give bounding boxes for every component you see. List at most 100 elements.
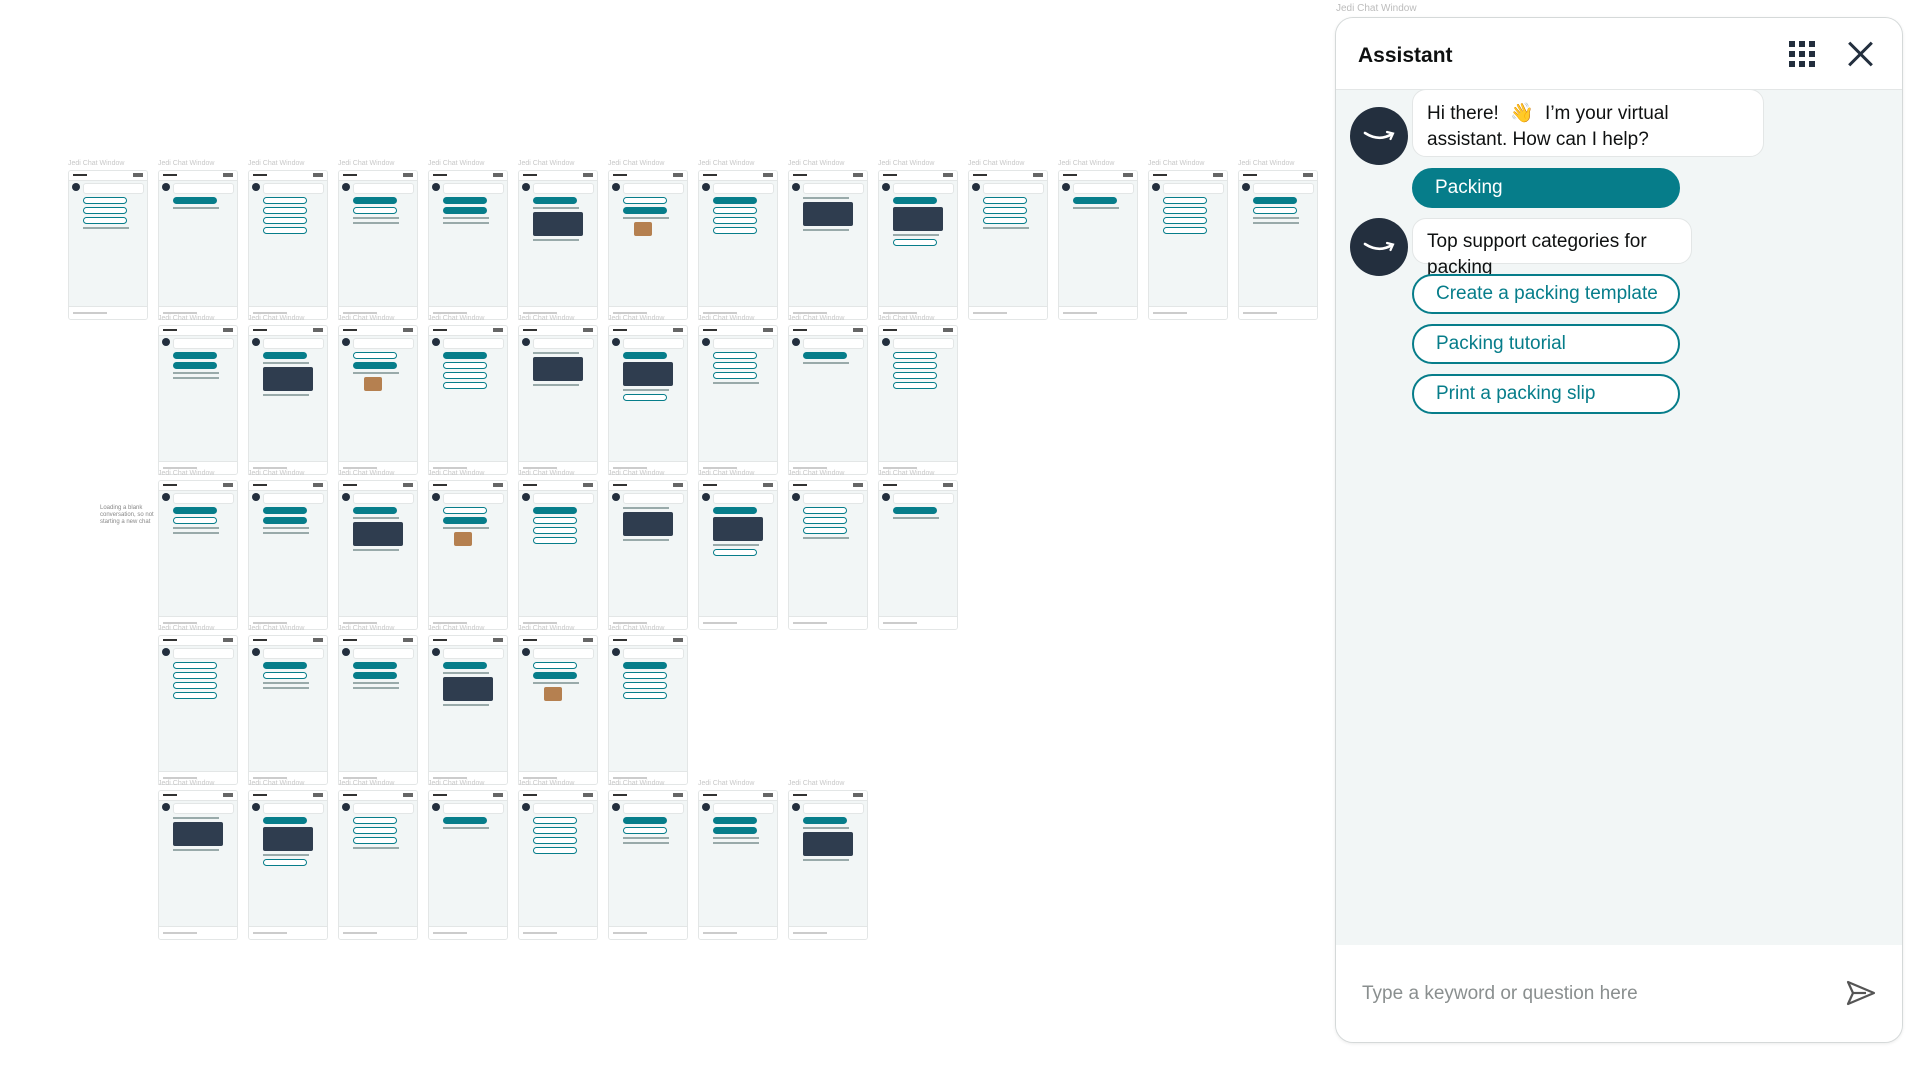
thumbnail-label: Jedi Chat Window — [878, 315, 935, 322]
thumbnail-chat-window: Jedi Chat Window — [518, 780, 598, 940]
chat-header: Assistant — [1336, 18, 1902, 90]
thumbnail-label: Jedi Chat Window — [338, 470, 395, 477]
thumbnail-chat-window: Jedi Chat Window — [788, 780, 868, 940]
thumbnail-label: Jedi Chat Window — [608, 160, 665, 167]
thumbnail-label: Jedi Chat Window — [1058, 160, 1115, 167]
thumbnail-chat-window: Jedi Chat Window — [158, 780, 238, 940]
thumbnail-label: Jedi Chat Window — [698, 470, 755, 477]
thumbnail-chat-window: Jedi Chat Window — [608, 315, 688, 475]
thumbnail-label: Jedi Chat Window — [1148, 160, 1205, 167]
thumbnail-label: Jedi Chat Window — [428, 160, 485, 167]
thumbnail-label: Jedi Chat Window — [788, 470, 845, 477]
thumbnail-chat-window: Jedi Chat Window — [428, 315, 508, 475]
send-icon[interactable] — [1846, 979, 1876, 1007]
thumbnail-label: Jedi Chat Window — [428, 780, 485, 787]
wave-emoji: 👋 — [1510, 103, 1534, 124]
thumbnail-chat-window: Jedi Chat Window — [428, 470, 508, 630]
thumbnail-label: Jedi Chat Window — [878, 470, 935, 477]
chat-input-bar — [1336, 945, 1902, 1042]
thumbnail-chat-window: Jedi Chat Window — [878, 315, 958, 475]
thumbnail-chat-window: Jedi Chat Window — [338, 315, 418, 475]
thumbnail-label: Jedi Chat Window — [608, 470, 665, 477]
thumbnail-chat-window: Jedi Chat Window — [248, 315, 328, 475]
thumbnail-chat-window: Jedi Chat Window — [698, 470, 778, 630]
thumbnail-chat-window: Jedi Chat Window — [518, 625, 598, 785]
thumbnail-label: Jedi Chat Window — [608, 625, 665, 632]
option-label: Create a packing template — [1436, 283, 1658, 304]
thumbnail-chat-window: Jedi Chat Window — [518, 470, 598, 630]
thumbnail-label: Jedi Chat Window — [338, 625, 395, 632]
thumbnail-chat-window: Jedi Chat Window — [1058, 160, 1138, 320]
thumbnail-label: Jedi Chat Window — [698, 780, 755, 787]
thumbnail-chat-window: Jedi Chat Window — [608, 160, 688, 320]
option-print-packing-slip[interactable]: Print a packing slip — [1412, 374, 1680, 414]
assistant-avatar — [1350, 107, 1408, 165]
thumbnail-chat-window: Jedi Chat Window — [428, 160, 508, 320]
close-icon[interactable] — [1846, 40, 1874, 68]
thumbnail-chat-window: Jedi Chat Window — [428, 780, 508, 940]
chat-input-field[interactable] — [1360, 978, 1804, 1010]
thumbnail-label: Jedi Chat Window — [788, 160, 845, 167]
user-reply-packing: Packing — [1412, 168, 1680, 208]
thumbnail-label: Jedi Chat Window — [518, 470, 575, 477]
thumbnail-label: Jedi Chat Window — [608, 315, 665, 322]
thumbnail-chat-window: Jedi Chat Window — [698, 780, 778, 940]
thumbnail-chat-window: Jedi Chat Window — [338, 625, 418, 785]
thumbnail-chat-window: Jedi Chat Window — [608, 780, 688, 940]
bot-reply-text: Top support categories for packing — [1427, 231, 1647, 278]
thumbnail-label: Jedi Chat Window — [158, 315, 215, 322]
thumbnail-label: Jedi Chat Window — [1238, 160, 1295, 167]
thumbnail-chat-window: Jedi Chat Window — [1148, 160, 1228, 320]
thumbnail-chat-window: Jedi Chat Window — [338, 160, 418, 320]
side-note: Loading a blank conversation, so not sta… — [100, 505, 154, 525]
thumbnail-chat-window: Jedi Chat Window — [158, 625, 238, 785]
thumbnail-chat-window: Jedi Chat Window — [1238, 160, 1318, 320]
thumbnail-label: Jedi Chat Window — [158, 160, 215, 167]
thumbnail-chat-window: Jedi Chat Window — [878, 160, 958, 320]
thumbnail-label: Jedi Chat Window — [338, 780, 395, 787]
thumbnail-chat-window: Jedi Chat Window — [518, 160, 598, 320]
chat-window: Assistant Hi there! 👋 I’m your virtual a… — [1335, 17, 1903, 1043]
thumbnail-chat-window: Jedi Chat Window — [338, 780, 418, 940]
chat-window-label: Jedi Chat Window — [1336, 3, 1417, 14]
thumbnail-chat-window: Jedi Chat Window — [698, 160, 778, 320]
option-create-packing-template[interactable]: Create a packing template — [1412, 274, 1680, 314]
thumbnail-label: Jedi Chat Window — [428, 315, 485, 322]
thumbnail-chat-window: Jedi Chat Window — [68, 160, 148, 320]
chat-title: Assistant — [1358, 44, 1453, 67]
thumbnail-label: Jedi Chat Window — [248, 780, 305, 787]
thumbnail-label: Jedi Chat Window — [698, 160, 755, 167]
thumbnail-label: Jedi Chat Window — [248, 315, 305, 322]
thumbnail-label: Jedi Chat Window — [428, 625, 485, 632]
thumbnail-label: Jedi Chat Window — [248, 470, 305, 477]
thumbnail-label: Jedi Chat Window — [698, 315, 755, 322]
thumbnail-chat-window: Jedi Chat Window — [968, 160, 1048, 320]
thumbnail-chat-window: Jedi Chat Window — [338, 470, 418, 630]
thumbnail-chat-window: Jedi Chat Window — [608, 470, 688, 630]
thumbnail-label: Jedi Chat Window — [428, 470, 485, 477]
thumbnail-chat-window: Jedi Chat Window — [158, 315, 238, 475]
mockup-canvas: Jedi Chat Window Jedi Chat Window Jedi Cha… — [0, 0, 1340, 1080]
thumbnail-chat-window: Jedi Chat Window — [248, 625, 328, 785]
grid-icon[interactable] — [1789, 41, 1815, 67]
greeting-text-start: Hi there! — [1427, 103, 1499, 124]
thumbnail-label: Jedi Chat Window — [338, 160, 395, 167]
thumbnail-label: Jedi Chat Window — [518, 160, 575, 167]
amazon-smile-icon — [1363, 241, 1395, 252]
thumbnail-label: Jedi Chat Window — [518, 315, 575, 322]
assistant-avatar — [1350, 218, 1408, 276]
thumbnail-chat-window: Jedi Chat Window — [788, 160, 868, 320]
thumbnail-chat-window: Jedi Chat Window — [788, 470, 868, 630]
thumbnail-chat-window: Jedi Chat Window — [248, 470, 328, 630]
option-packing-tutorial[interactable]: Packing tutorial — [1412, 324, 1680, 364]
option-label: Print a packing slip — [1436, 383, 1596, 404]
thumbnail-chat-window: Jedi Chat Window — [248, 780, 328, 940]
option-label: Packing tutorial — [1436, 333, 1566, 354]
thumbnail-label: Jedi Chat Window — [68, 160, 125, 167]
thumbnail-label: Jedi Chat Window — [248, 625, 305, 632]
thumbnail-label: Jedi Chat Window — [158, 780, 215, 787]
thumbnail-label: Jedi Chat Window — [158, 470, 215, 477]
thumbnail-chat-window: Jedi Chat Window — [518, 315, 598, 475]
thumbnail-label: Jedi Chat Window — [968, 160, 1025, 167]
thumbnail-chat-window: Jedi Chat Window — [788, 315, 868, 475]
